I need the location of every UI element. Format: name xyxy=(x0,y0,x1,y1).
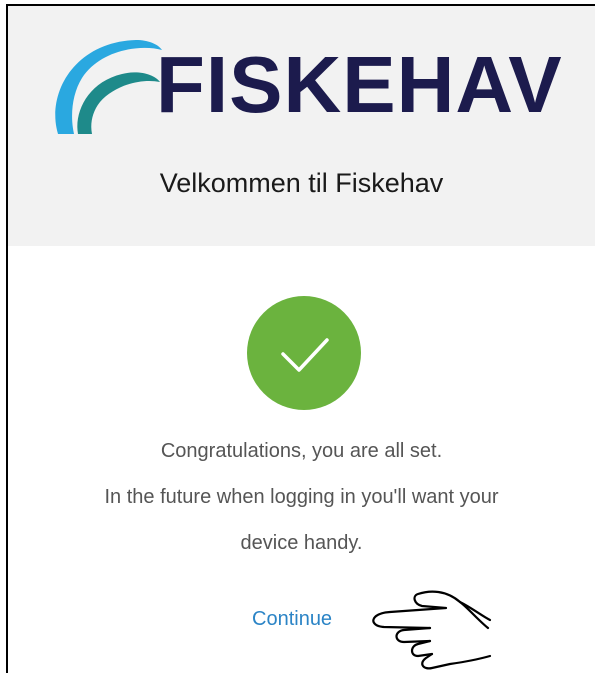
status-message-line-1: Congratulations, you are all set. xyxy=(160,440,443,462)
wave-logo-icon xyxy=(55,40,162,134)
status-message-line-3: device handy. xyxy=(240,532,363,554)
checkmark-icon xyxy=(281,338,329,372)
brand-name: FISKEHAV xyxy=(156,40,563,129)
continue-link[interactable]: Continue xyxy=(252,608,332,631)
brand-logo: FISKEHAV xyxy=(44,30,564,140)
status-message-line-2: In the future when logging in you'll wan… xyxy=(104,486,499,508)
success-badge xyxy=(247,296,361,410)
page: FISKEHAV Velkommen til Fiskehav Congratu… xyxy=(0,0,595,673)
welcome-heading: Velkommen til Fiskehav xyxy=(159,168,444,198)
pointing-hand-icon xyxy=(372,590,492,670)
